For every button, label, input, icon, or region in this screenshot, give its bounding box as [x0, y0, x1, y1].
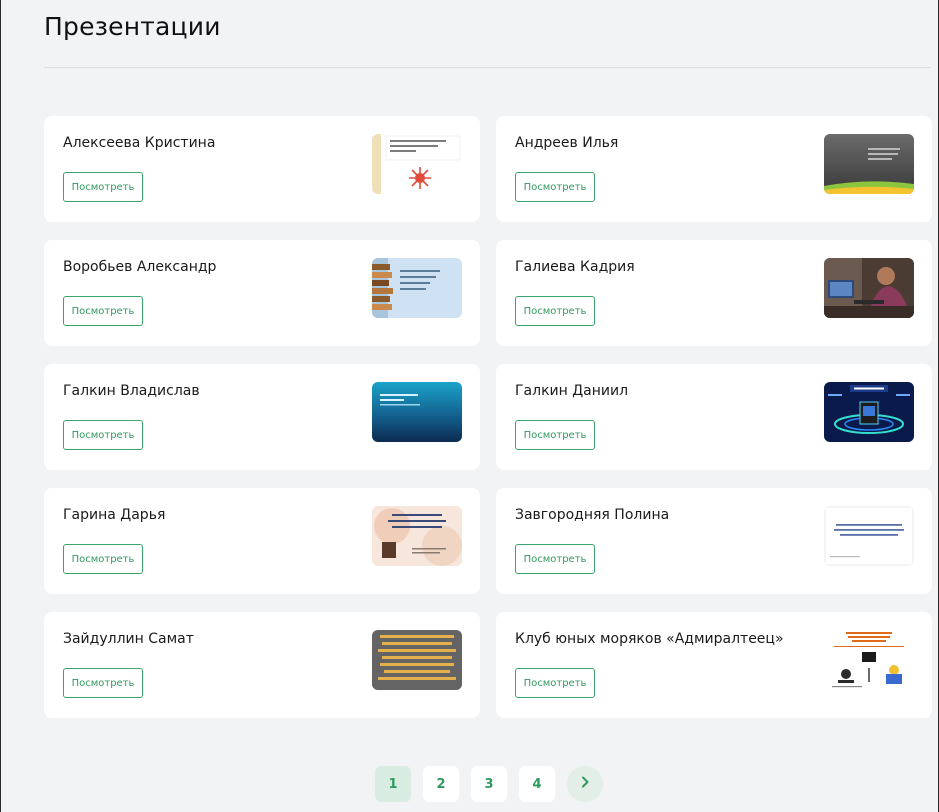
- presentation-card: Зайдуллин Самат Посмотреть: [44, 612, 480, 718]
- view-button[interactable]: Посмотреть: [515, 544, 595, 574]
- page-frame: Презентации Алексеева Кристина Посмотрет…: [0, 0, 939, 812]
- card-author-name: Завгородняя Полина: [515, 507, 670, 523]
- card-author-name: Гарина Дарья: [63, 507, 166, 523]
- card-author-name: Воробьев Александр: [63, 259, 217, 275]
- presentation-card: Воробьев Александр Посмотреть: [44, 240, 480, 346]
- photo-slide-thumbnail[interactable]: [824, 258, 914, 318]
- presentation-card: Алексеева Кристина Посмотреть: [44, 116, 480, 222]
- view-button[interactable]: Посмотреть: [515, 668, 595, 698]
- card-author-name: Андреев Илья: [515, 135, 619, 151]
- presentation-card: Клуб юных моряков «Адмиралтеец» Посмотре…: [496, 612, 932, 718]
- page-2-button[interactable]: 2: [423, 766, 459, 802]
- page-header: Презентации: [1, 0, 938, 92]
- presentation-card: Галкин Даниил Посмотреть: [496, 364, 932, 470]
- chevron-right-icon: [580, 776, 590, 792]
- view-button[interactable]: Посмотреть: [515, 420, 595, 450]
- books-slide-thumbnail[interactable]: [372, 258, 462, 318]
- presentations-grid: Алексеева Кристина Посмотреть Андреев Ил…: [44, 116, 932, 718]
- next-page-button[interactable]: [567, 766, 603, 802]
- presentation-card: Галиева Кадрия Посмотреть: [496, 240, 932, 346]
- sun-slide-thumbnail[interactable]: [372, 134, 462, 194]
- pagination: 1 2 3 4: [375, 766, 603, 802]
- header-divider: [44, 67, 931, 68]
- club-poster-thumbnail[interactable]: [824, 630, 914, 690]
- card-author-name: Галкин Владислав: [63, 383, 200, 399]
- view-button[interactable]: Посмотреть: [515, 296, 595, 326]
- peach-slide-thumbnail[interactable]: [372, 506, 462, 566]
- dark-slide-thumbnail[interactable]: [824, 134, 914, 194]
- page-4-button[interactable]: 4: [519, 766, 555, 802]
- presentation-card: Галкин Владислав Посмотреть: [44, 364, 480, 470]
- card-author-name: Галкин Даниил: [515, 383, 629, 399]
- view-button[interactable]: Посмотреть: [515, 172, 595, 202]
- page-1-button[interactable]: 1: [375, 766, 411, 802]
- view-button[interactable]: Посмотреть: [63, 420, 143, 450]
- card-author-name: Галиева Кадрия: [515, 259, 635, 275]
- view-button[interactable]: Посмотреть: [63, 172, 143, 202]
- view-button[interactable]: Посмотреть: [63, 668, 143, 698]
- view-button[interactable]: Посмотреть: [63, 296, 143, 326]
- card-author-name: Клуб юных моряков «Адмиралтеец»: [515, 631, 784, 647]
- page-3-button[interactable]: 3: [471, 766, 507, 802]
- card-author-name: Зайдуллин Самат: [63, 631, 194, 647]
- presentation-card: Андреев Илья Посмотреть: [496, 116, 932, 222]
- presentation-card: Завгородняя Полина Посмотреть: [496, 488, 932, 594]
- blue-gradient-slide-thumbnail[interactable]: [372, 382, 462, 442]
- gray-text-slide-thumbnail[interactable]: [372, 630, 462, 690]
- presentation-card: Гарина Дарья Посмотреть: [44, 488, 480, 594]
- page-title: Презентации: [44, 12, 221, 41]
- card-author-name: Алексеева Кристина: [63, 135, 216, 151]
- view-button[interactable]: Посмотреть: [63, 544, 143, 574]
- white-slide-thumbnail[interactable]: [824, 506, 914, 566]
- tech-slide-thumbnail[interactable]: [824, 382, 914, 442]
